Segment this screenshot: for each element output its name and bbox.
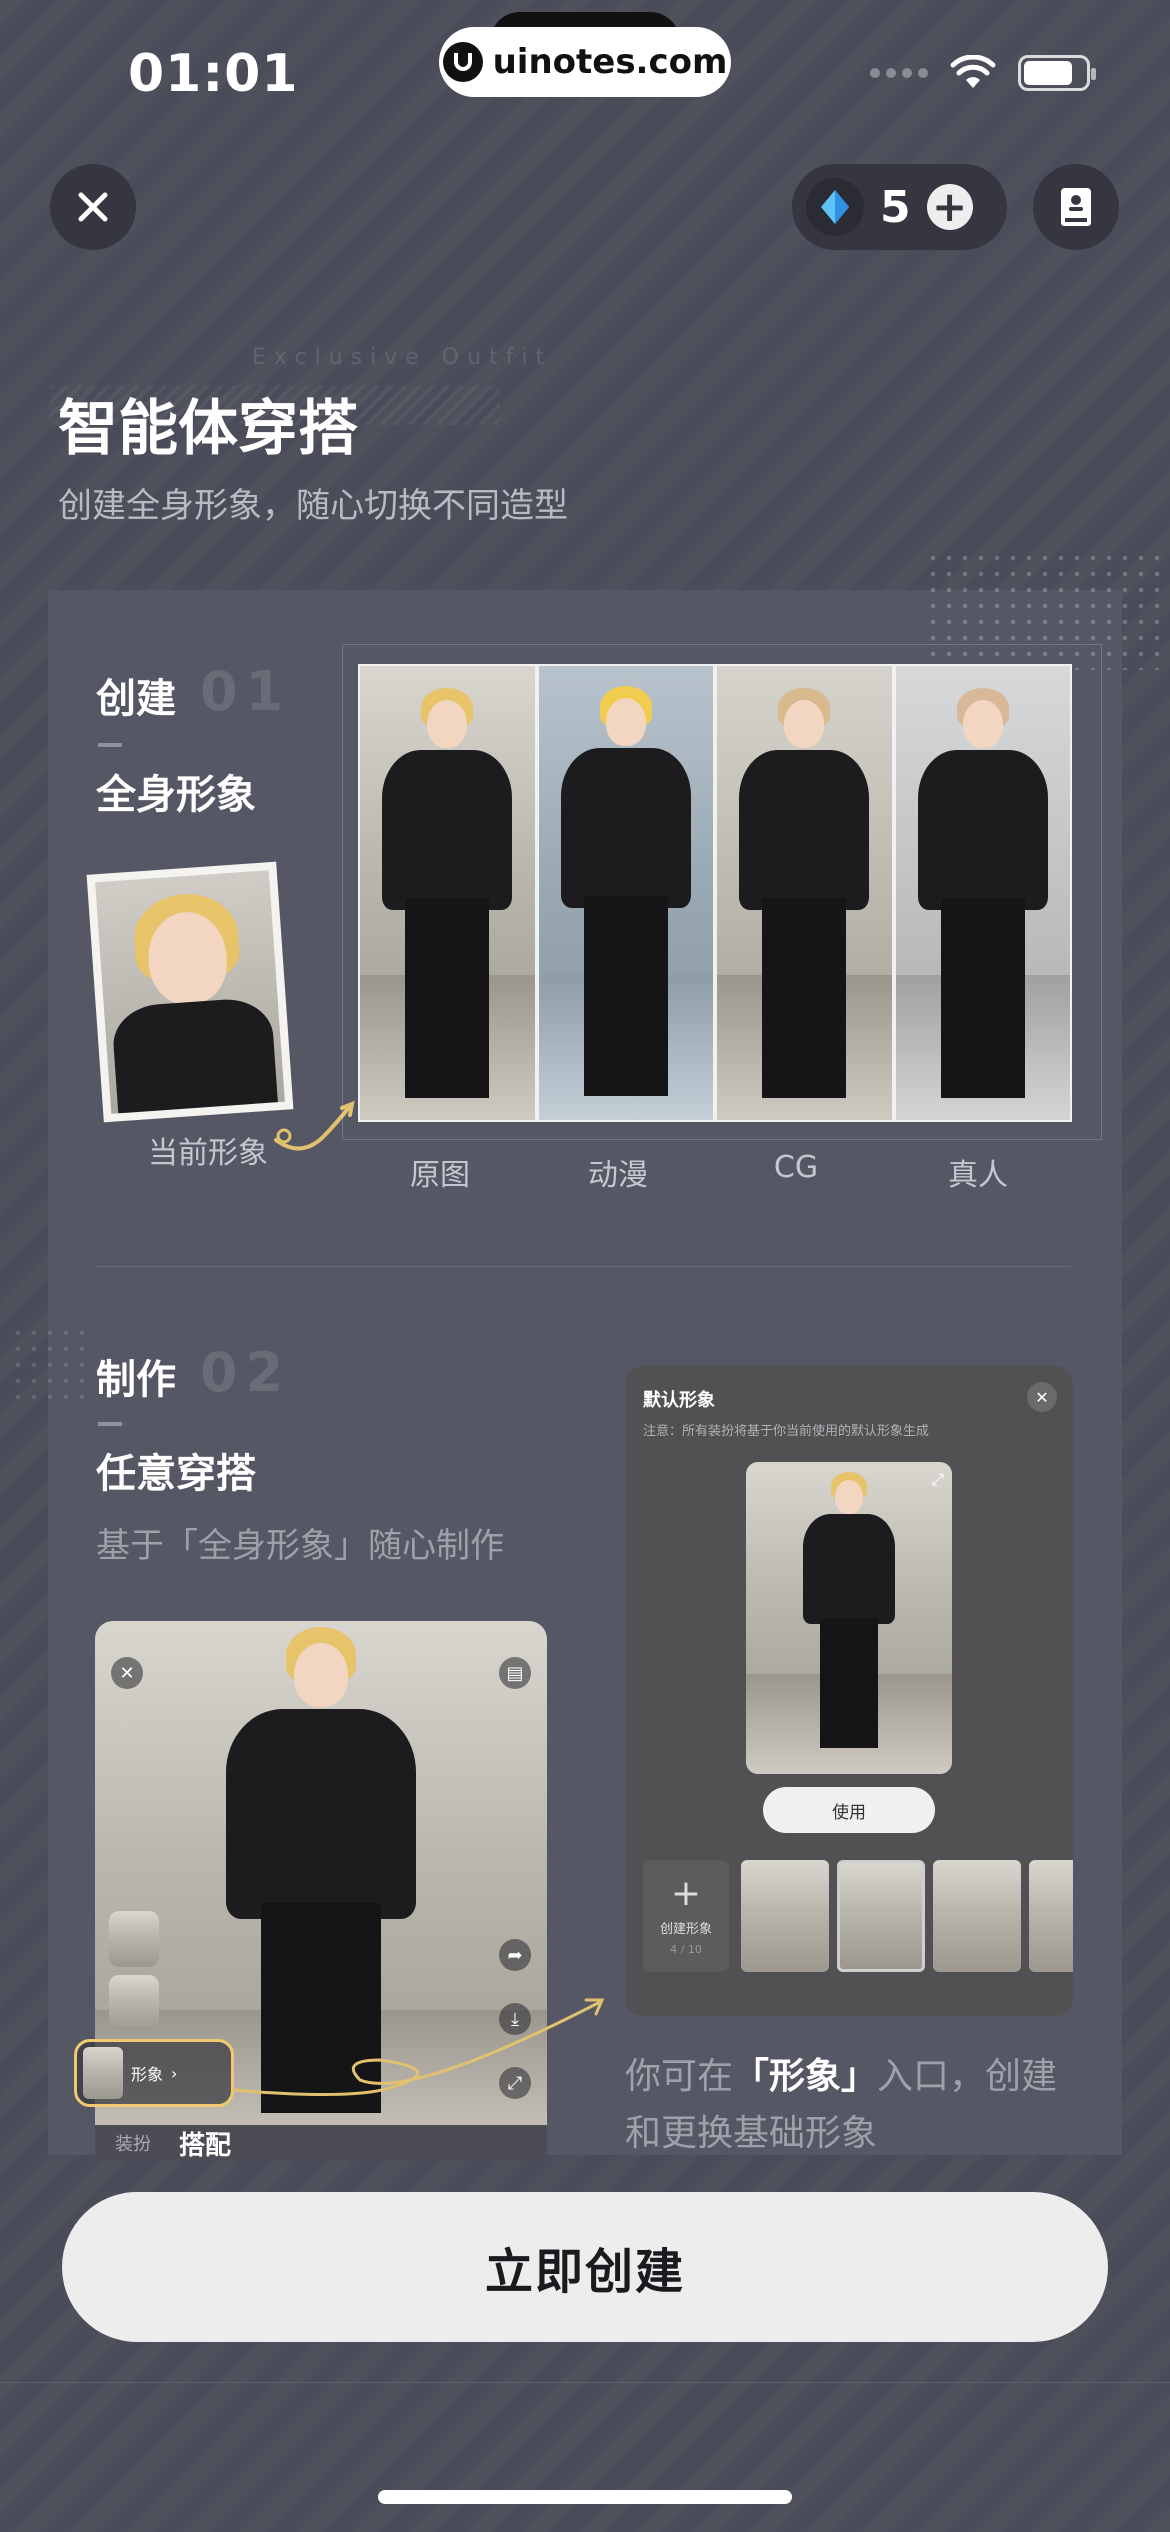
close-icon	[78, 192, 108, 222]
bottom-divider	[0, 2382, 1170, 2383]
diamond-icon	[821, 190, 849, 224]
style-cg-image	[717, 666, 892, 1120]
section2-number: 02	[200, 1341, 292, 1404]
style-variants-strip	[358, 664, 1072, 1122]
dialog-create-avatar-tile: + 创建形象 4 / 10	[643, 1860, 729, 1972]
page-title: 智能体穿搭	[58, 394, 358, 464]
avatar-entry-label: 形象	[131, 2065, 164, 2084]
dialog-use-button: 使用	[763, 1787, 935, 1833]
dialog-close-icon: ✕	[1027, 1382, 1057, 1412]
wifi-icon	[950, 55, 996, 88]
deco-dots-left	[10, 1325, 90, 1405]
dialog-avatar-option-selected	[837, 1860, 925, 1972]
gem-icon-wrap	[806, 178, 864, 236]
watermark-logo-icon	[442, 42, 483, 82]
preview-tab-dressup: 装扮	[115, 2134, 151, 2155]
chevron-right-icon: ›	[171, 2063, 178, 2083]
section2-avatar-entry-description: 你可在「形象」入口，创建和更换基础形象	[625, 2048, 1085, 2162]
preview-thumb	[109, 1975, 159, 2031]
desc-pre: 你可在	[625, 2056, 734, 2097]
preview-close-icon: ✕	[111, 1657, 143, 1689]
chip-to-dialog-arrow	[232, 1998, 605, 2097]
section2-description: 基于「全身形象」随心制作	[96, 1526, 504, 1566]
section2-title: 制作	[96, 1357, 176, 1403]
create-avatar-count: 4 / 10	[670, 1943, 702, 1956]
home-indicator[interactable]	[378, 2490, 792, 2504]
expand-icon: ⤢	[931, 1470, 944, 1489]
default-avatar-dialog-preview: 默认形象 注意：所有装扮将基于你当前使用的默认形象生成 ✕ ⤢ 使用 + 创建形…	[625, 1366, 1073, 2016]
watermark-badge: uinotes.com	[439, 27, 731, 97]
section-divider	[95, 1266, 1070, 1267]
section1-title: 创建	[96, 676, 176, 722]
battery-icon	[1018, 55, 1096, 91]
style-label-anime: 动漫	[588, 1158, 648, 1193]
section1-heading: 全身形象	[96, 772, 256, 818]
status-time: 01:01	[128, 44, 299, 104]
style-label-cg: CG	[773, 1150, 819, 1185]
dialog-avatar-option	[933, 1860, 1021, 1972]
avatar-entry-chip: 形象 ›	[74, 2039, 234, 2107]
style-original-image	[360, 666, 535, 1120]
gem-count: 5	[880, 181, 911, 233]
section1-dash	[98, 743, 122, 747]
dialog-title: 默认形象	[643, 1390, 715, 1411]
cellular-signal-icon	[870, 68, 928, 78]
desc-bold: 「形象」	[733, 2056, 878, 2097]
page-subtitle: 创建全身形象，随心切换不同造型	[58, 486, 568, 526]
dialog-avatar-image: ⤢	[746, 1462, 952, 1774]
style-label-original: 原图	[410, 1158, 470, 1193]
preview-share-icon: ➦	[499, 1939, 531, 1971]
section2-heading: 任意穿搭	[96, 1451, 256, 1497]
preview-tab-match: 搭配	[179, 2130, 232, 2161]
preview-thumb-list	[109, 1911, 159, 2031]
book-icon	[1061, 188, 1091, 226]
dialog-avatar-option	[741, 1860, 829, 1972]
add-gems-button[interactable]: +	[926, 184, 973, 230]
current-avatar-portrait	[86, 861, 294, 1123]
gem-balance[interactable]: 5 +	[792, 164, 1007, 250]
watermark-text: uinotes.com	[492, 42, 728, 82]
close-button[interactable]	[50, 164, 136, 250]
style-label-realistic: 真人	[948, 1158, 1008, 1193]
create-avatar-label: 创建形象	[659, 1922, 712, 1937]
preview-book-icon: ▤	[499, 1657, 531, 1689]
section2-dash	[98, 1422, 122, 1426]
preview-bottom-bar: 装扮 搭配	[95, 2125, 547, 2161]
guide-book-button[interactable]	[1033, 164, 1119, 250]
preview-thumb	[109, 1911, 159, 1967]
style-realistic-image	[895, 666, 1070, 1120]
header-deco-text: Exclusive Outfit	[252, 345, 553, 370]
avatar-entry-thumb	[83, 2047, 123, 2099]
current-avatar-label: 当前形象	[148, 1136, 268, 1171]
status-indicators	[870, 55, 1096, 91]
plus-icon: +	[670, 1873, 702, 1914]
dialog-avatar-option	[1029, 1860, 1073, 1972]
create-now-button[interactable]: 立即创建	[62, 2192, 1108, 2342]
section1-number: 01	[200, 660, 292, 723]
dialog-note: 注意：所有装扮将基于你当前使用的默认形象生成	[643, 1424, 930, 1439]
style-anime-image	[538, 666, 713, 1120]
